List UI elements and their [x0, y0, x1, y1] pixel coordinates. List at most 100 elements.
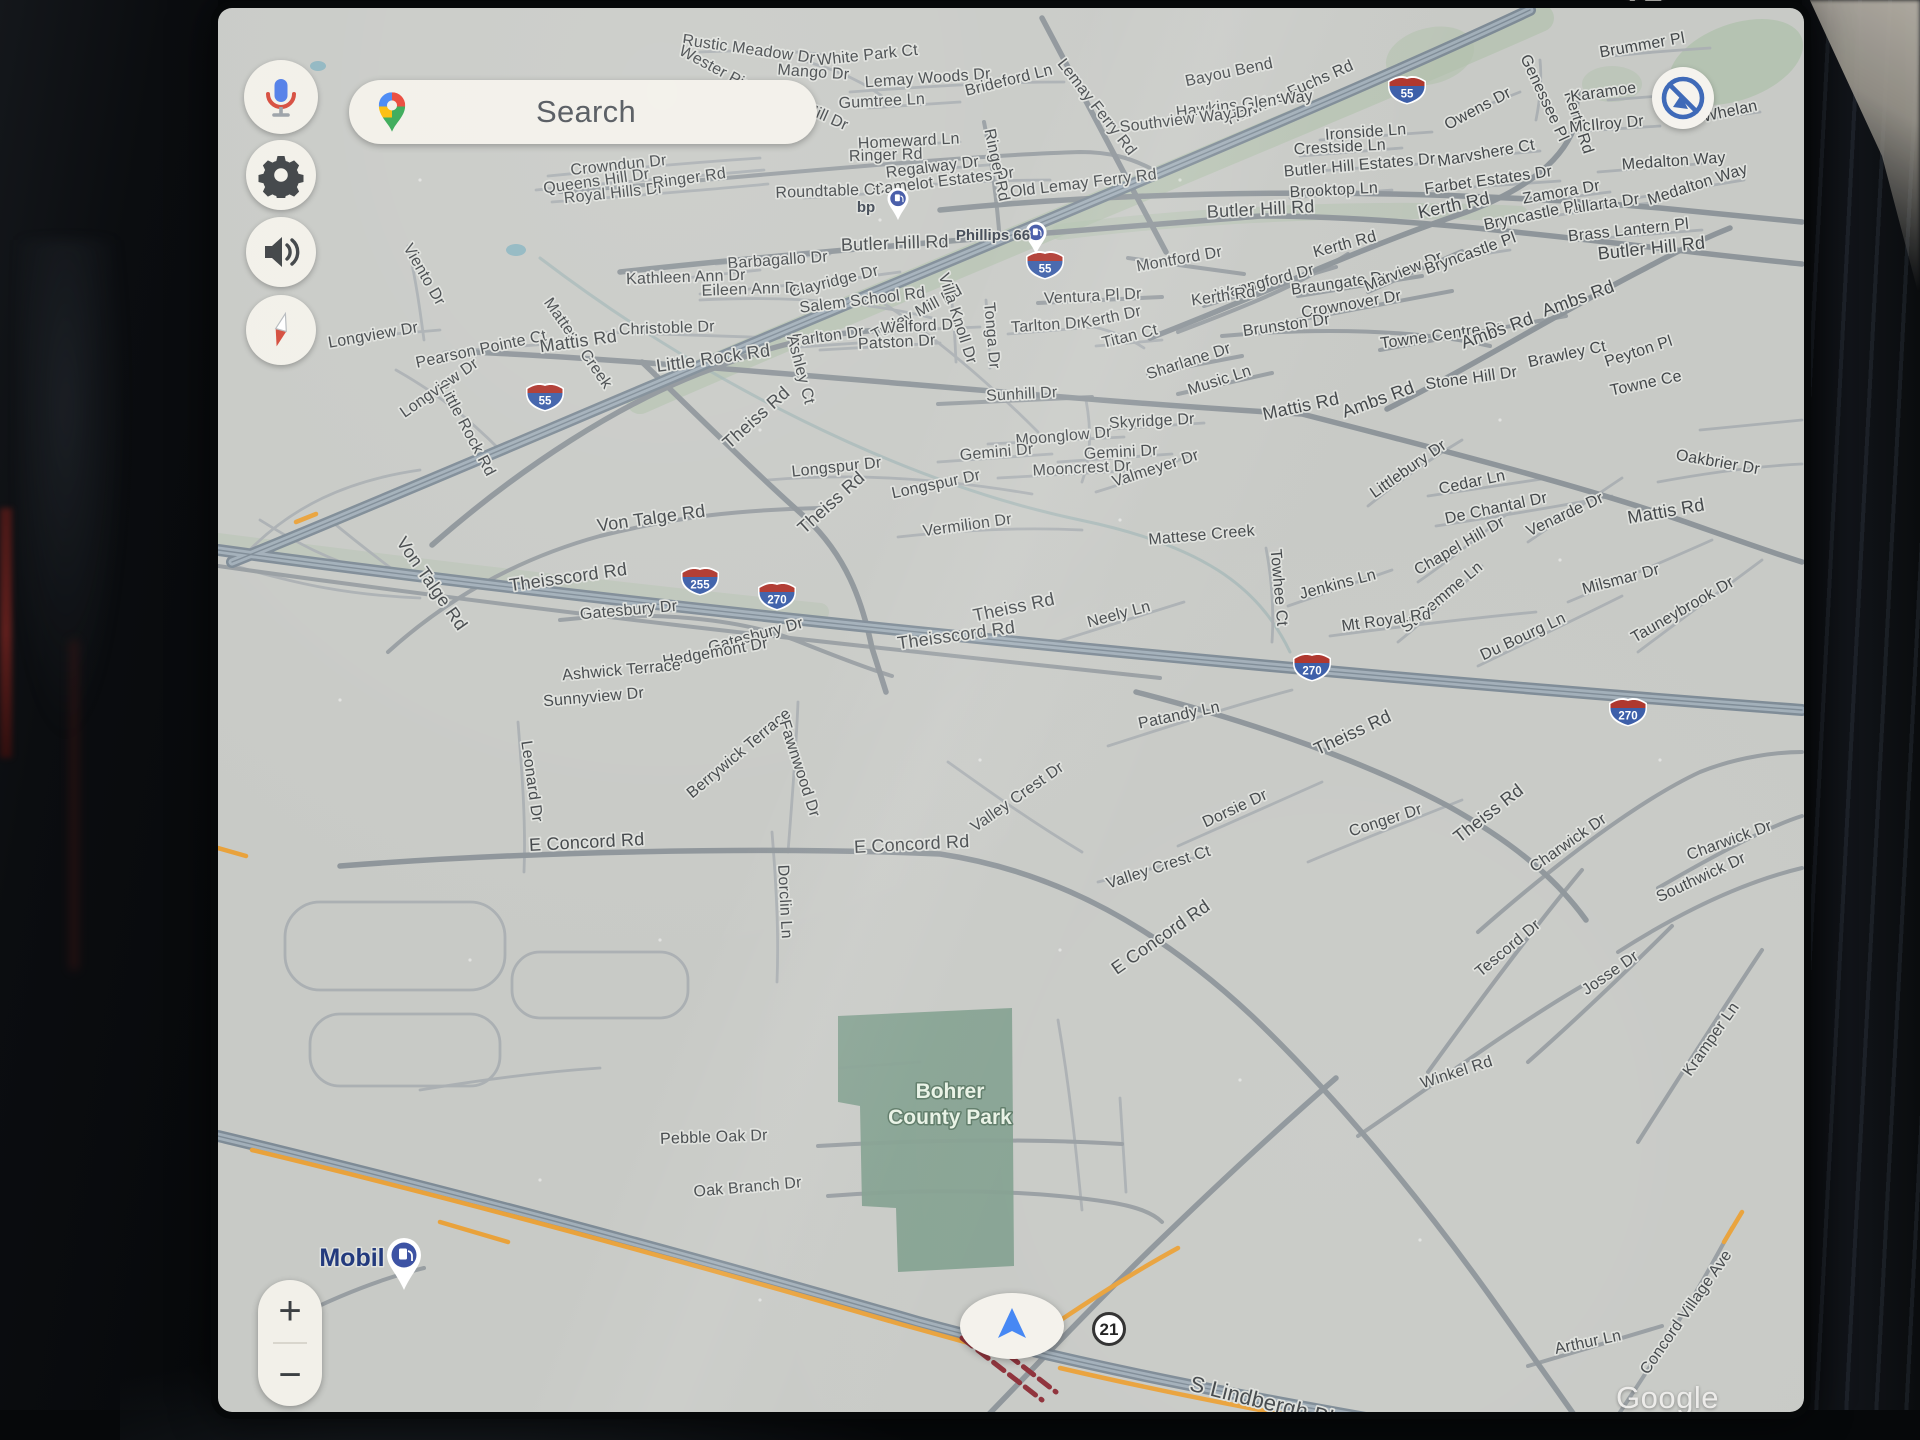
svg-text:55: 55: [1039, 264, 1052, 276]
dash-vent-shadow: [18, 240, 138, 800]
street-label: Eileen Ann Dr: [701, 279, 802, 300]
dust-speck: [538, 1178, 541, 1181]
park-bohrer-county: [838, 1008, 1014, 1272]
street-label: Towne Ce: [1609, 368, 1684, 400]
svg-text:270: 270: [1302, 666, 1321, 678]
svg-text:21: 21: [1100, 1320, 1119, 1339]
street-label: Medalton Way: [1621, 149, 1726, 173]
dust-speck: [758, 1298, 761, 1301]
pond: [310, 61, 326, 71]
street-label: Stone Hill Dr: [1424, 364, 1518, 394]
traffic-slow: [440, 1222, 508, 1242]
navigation-arrow-icon: [990, 1304, 1034, 1348]
compass-button[interactable]: [246, 295, 316, 365]
red-trim-reflection-2: [70, 640, 78, 970]
map-road: [1058, 1020, 1082, 1210]
street-label: Von Talge Rd: [596, 501, 707, 536]
street-label: Viento Dr: [399, 241, 448, 309]
search-input[interactable]: Search: [409, 94, 763, 130]
route-shield-55: 55: [1026, 251, 1064, 279]
street-label: Longview Dr: [327, 319, 420, 352]
street-label: Brawley Ct: [1526, 338, 1607, 371]
street-label: Brunston Dr: [1242, 311, 1332, 340]
search-bar[interactable]: Search: [349, 80, 817, 144]
street-label: Ashwick Terrace: [562, 657, 682, 684]
street-label: Ambs Rd: [1339, 377, 1417, 422]
street-label: Ventura Pl Dr: [1044, 285, 1143, 307]
poi-pin-bp[interactable]: [887, 188, 908, 220]
guidance-muted-button[interactable]: [1652, 67, 1714, 129]
map-road: [1700, 420, 1802, 430]
street-label: Fawnwood Dr: [776, 718, 823, 820]
zoom-control: + −: [258, 1280, 322, 1406]
route-shield-21: 21: [1094, 1314, 1125, 1345]
pond: [506, 244, 526, 256]
dust-speck: [1558, 558, 1561, 561]
street-label: Winkel Rd: [1418, 1053, 1494, 1092]
street-label: Josse Dr: [1579, 948, 1642, 999]
dust-speck: [468, 958, 471, 961]
street-label: Neely Ln: [1085, 598, 1152, 631]
dust-speck: [1418, 1238, 1421, 1241]
traffic-slow: [218, 848, 246, 856]
svg-text:270: 270: [1618, 711, 1637, 723]
street-label: Kramper Ln: [1680, 999, 1743, 1079]
street-label: Vermilion Dr: [922, 511, 1013, 540]
dust-speck: [978, 758, 981, 761]
map-road: [1658, 816, 1802, 888]
street-label: Sunhill Dr: [986, 384, 1059, 405]
street-label: Tarlton Dr: [1011, 315, 1084, 337]
map-canvas[interactable]: BohrerCounty ParkRustic Meadow DrWhite P…: [218, 8, 1804, 1412]
map-road: [1478, 752, 1802, 932]
street-label: Ambs Rd: [1458, 308, 1536, 353]
street-label: Theiss Rd: [1311, 706, 1395, 759]
dust-speck: [758, 428, 761, 431]
dust-speck: [338, 698, 341, 701]
speaker-icon: [258, 229, 304, 275]
street-label: Theisscord Rd: [896, 617, 1016, 653]
dust-speck: [1118, 518, 1121, 521]
street-label: Milsmar Dr: [1580, 561, 1661, 598]
compass-needle-icon: [258, 307, 304, 353]
settings-button[interactable]: [246, 140, 316, 210]
street-label: Patston Dr: [858, 332, 937, 353]
poi-label: bp: [857, 199, 875, 216]
street-label: Brummer Pl: [1598, 30, 1686, 62]
zoom-out-button[interactable]: −: [258, 1344, 322, 1406]
dust-speck: [1658, 758, 1661, 761]
map-road: [1528, 926, 1672, 1062]
street-label: Marvshere Ct: [1436, 137, 1536, 171]
zoom-in-button[interactable]: +: [258, 1280, 322, 1342]
street-label: Valley Crest Dr: [968, 759, 1068, 836]
gas-pump-icon: [895, 194, 900, 201]
dust-speck: [1498, 418, 1501, 421]
street-label: Jenkins Ln: [1298, 566, 1378, 603]
street-label: Cedar Ln: [1437, 467, 1506, 498]
volume-button[interactable]: [246, 217, 316, 287]
poi-pin-mobil[interactable]: [387, 1238, 421, 1290]
street-label: E Concord Rd: [854, 831, 970, 857]
gear-icon: [258, 152, 304, 198]
map-road: [1308, 800, 1462, 862]
street-label: Tonga Dr: [980, 302, 1003, 370]
red-trim-reflection: [0, 508, 12, 758]
street-label: Skyridge Dr: [1108, 411, 1195, 432]
street-label: Conger Dr: [1347, 801, 1425, 841]
street-label: S Lindbergh Bl: [1187, 1371, 1336, 1412]
street-label: Concord Village Ave: [1637, 1247, 1735, 1377]
current-location-puck[interactable]: [960, 1293, 1064, 1359]
gas-pump-icon: [1033, 228, 1038, 235]
street-label: Christoble Dr: [619, 318, 716, 338]
street-label: Owens Dr: [1442, 84, 1515, 133]
traffic-slow: [296, 514, 316, 522]
street-label: Gumtree Ln: [838, 91, 925, 113]
street-label: Ambs Rd: [1539, 276, 1617, 321]
svg-text:55: 55: [539, 396, 552, 408]
street-label: Peyton Pl: [1603, 333, 1675, 371]
street-label: Mt Royal Rd: [1341, 606, 1433, 635]
dust-speck: [658, 938, 661, 941]
svg-text:255: 255: [690, 580, 710, 592]
infotainment-screen: BohrerCounty ParkRustic Meadow DrWhite P…: [218, 8, 1804, 1412]
voice-search-button[interactable]: [244, 60, 318, 134]
park-label: County Park: [888, 1106, 1012, 1129]
